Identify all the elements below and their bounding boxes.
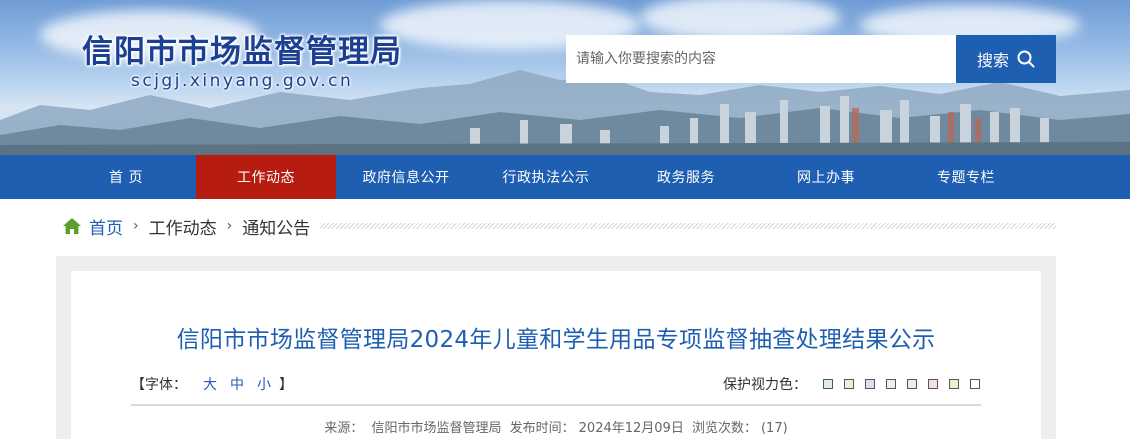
eye-color-swatch[interactable] [907,379,917,389]
eye-color-swatch[interactable] [970,379,980,389]
breadcrumb-work-news[interactable]: 工作动态 [149,214,217,239]
publish-date-value: 2024年12月09日 [578,421,684,436]
nav-item-label: 政务服务 [657,170,715,186]
eye-color-swatch[interactable] [865,379,875,389]
eye-color-swatch[interactable] [949,379,959,389]
nav-item-label: 工作动态 [237,170,295,186]
views-value: (17) [760,421,788,436]
font-size-control: 【字体： 大 中 小 】 [131,374,293,394]
article-divider [131,404,981,406]
font-size-bracket: 】 [279,377,293,393]
search-button[interactable]: 搜索 [956,35,1056,83]
nav-item-law-enforcement[interactable]: 行政执法公示 [476,155,616,199]
nav-item-special-topics[interactable]: 专题专栏 [896,155,1036,199]
nav-item-label: 专题专栏 [937,170,995,186]
nav-item-label: 政府信息公开 [362,170,450,186]
nav-item-work-news[interactable]: 工作动态 [196,155,336,199]
home-icon [63,218,81,234]
eye-protection-label: 保护视力色： [723,377,807,393]
article-card [71,271,1041,439]
breadcrumb-notices[interactable]: 通知公告 [242,214,310,239]
nav-item-gov-services[interactable]: 政务服务 [616,155,756,199]
font-size-large[interactable]: 大 [203,374,217,394]
article-title: 信阳市市场监督管理局2024年儿童和学生用品专项监督抽查处理结果公示 [176,327,936,353]
search-icon [1017,50,1035,68]
source-value: 信阳市市场监督管理局 [371,421,502,436]
source-label: 来源： [324,421,364,436]
search-button-label: 搜索 [976,51,1009,70]
eye-color-swatch[interactable] [886,379,896,389]
search-input[interactable] [566,35,956,83]
breadcrumb-home[interactable]: 首页 [89,214,123,239]
breadcrumb: 首页 › 工作动态 › 通知公告 [62,212,1056,240]
header-banner: 信阳市市场监督管理局 scjgj.xinyang.gov.cn 搜索 [0,0,1130,155]
nav-item-label: 网上办事 [797,170,855,186]
nav-item-gov-info[interactable]: 政府信息公开 [336,155,476,199]
font-size-small[interactable]: 小 [257,374,271,394]
font-size-label: 【字体： [131,377,187,393]
breadcrumb-divider [320,223,1056,229]
font-size-medium[interactable]: 中 [230,374,244,394]
eye-color-swatch[interactable] [823,379,833,389]
site-domain: scjgj.xinyang.gov.cn [131,71,354,91]
site-title: 信阳市市场监督管理局 [82,34,402,70]
main-nav: 首 页 工作动态 政府信息公开 行政执法公示 政务服务 网上办事 专题专栏 [0,155,1130,199]
nav-item-online-services[interactable]: 网上办事 [756,155,896,199]
eye-color-swatch[interactable] [844,379,854,389]
chevron-right-icon: › [133,218,139,234]
nav-item-home[interactable]: 首 页 [56,155,196,199]
chevron-right-icon: › [226,218,233,234]
nav-item-label: 首 页 [109,170,143,186]
eye-protection-control: 保护视力色： [723,374,980,394]
article-meta: 来源： 信阳市市场监督管理局 发布时间： 2024年12月09日 浏览次数： (17… [71,417,1041,436]
eye-color-swatch[interactable] [928,379,938,389]
views-label: 浏览次数： [691,421,757,436]
publish-date-label: 发布时间： [509,421,575,436]
nav-item-label: 行政执法公示 [502,170,590,186]
